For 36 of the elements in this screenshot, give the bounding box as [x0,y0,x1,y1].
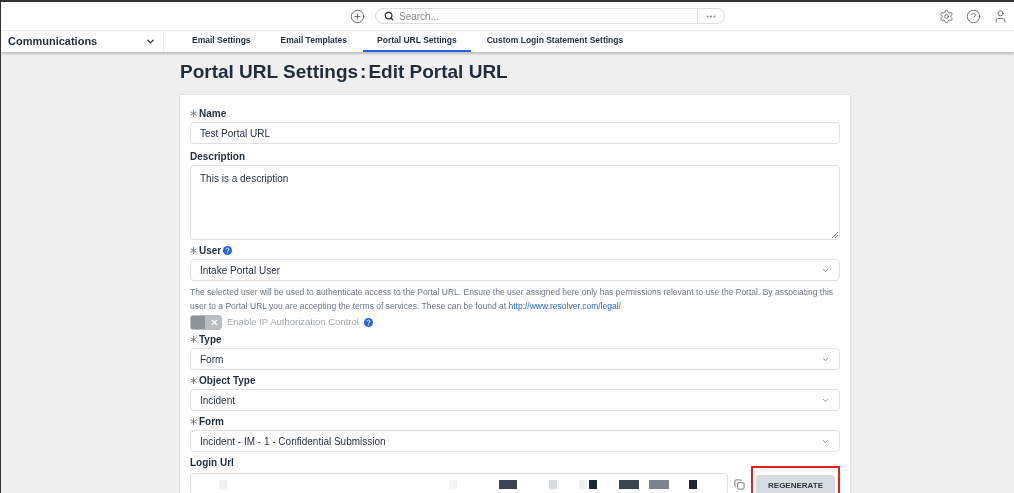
nav-tab[interactable]: Custom Login Statement Settings [472,31,638,52]
select-dropdown[interactable]: Incident [190,389,840,411]
nav-tab[interactable]: Email Templates [266,31,362,52]
page-title: Portal URL Settings [180,59,359,84]
field-label: Object Type [199,373,256,388]
user-icon[interactable] [993,9,1008,24]
field-label: Login Url [190,455,234,470]
page-subtitle: Edit Portal URL [368,59,508,84]
select-dropdown[interactable]: Form [190,348,840,370]
close-icon [209,318,219,327]
section-dropdown[interactable]: Communications [1,31,164,52]
field-label: Description [190,149,245,164]
select-dropdown[interactable]: Incident - IM - 1 - Confidential Submission [190,430,840,452]
legal-link[interactable]: http://www.resolver.com/legal/ [508,301,621,311]
description-field[interactable]: This is a description [190,165,840,240]
name-field[interactable]: Test Portal URL [190,122,840,144]
copy-icon[interactable] [734,478,745,490]
add-icon[interactable] [350,8,365,24]
resize-handle-icon[interactable] [832,232,838,238]
help-text: The selected user will be used to authenticate access to the Portal URL. Ensure the user assigned here only has permissions relevant to use the Portal. By associating this user to a Portal URL you are accepting the terms of services. These can be found at http://www.resolver.com/legal/ [190,286,835,313]
toggle-label: Enable IP Authorization Control [227,315,359,330]
settings-icon[interactable] [939,9,954,24]
help-icon[interactable] [966,9,981,24]
select-dropdown[interactable]: Intake Portal User [190,259,840,281]
chevron-down-icon [145,36,156,47]
field-label: Name [199,106,227,121]
help-icon[interactable] [223,245,233,255]
regenerate-button[interactable]: REGENERATE [756,475,835,493]
field-label: Form [199,414,224,429]
field-label: User [199,243,222,258]
search-icon [384,11,394,21]
more-icon[interactable] [706,14,716,18]
nav-tab[interactable]: Portal URL Settings [363,31,471,52]
nav-tab[interactable]: Email Settings [178,31,265,52]
title-separator: : [360,59,367,84]
field-label: Type [199,332,222,347]
